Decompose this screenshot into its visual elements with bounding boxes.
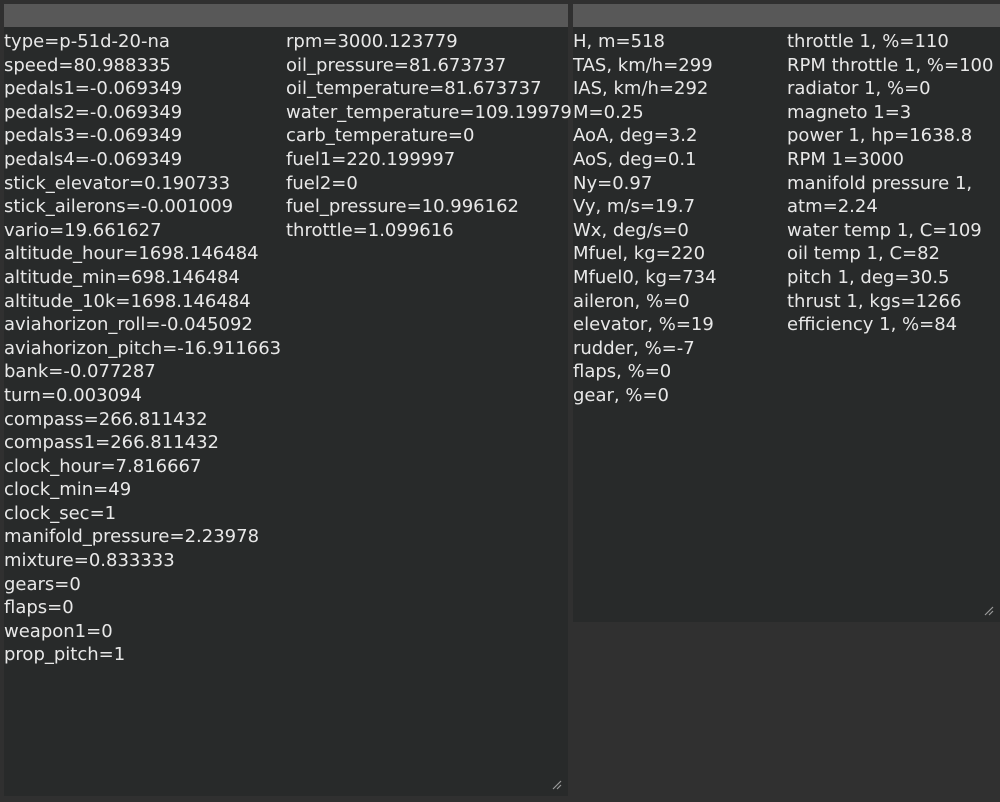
indicator-row: clock_hour=7.816667 bbox=[4, 455, 202, 477]
state-row: aileron, %=0 bbox=[573, 290, 690, 312]
indicator-row: clock_sec=1 bbox=[4, 502, 117, 524]
state-row: flaps, %=0 bbox=[573, 361, 672, 383]
resize-grip-icon[interactable] bbox=[984, 606, 994, 616]
indicator-row: bank=-0.077287 bbox=[4, 361, 156, 383]
indicator-row: fuel2=0 bbox=[286, 172, 358, 194]
state-row: gear, %=0 bbox=[573, 384, 670, 406]
indicator-row: vario=19.661627 bbox=[4, 219, 162, 241]
indicator-row: flaps=0 bbox=[4, 597, 74, 619]
indicator-row: throttle=1.099616 bbox=[286, 219, 454, 241]
indicator-row: carb_temperature=0 bbox=[286, 125, 475, 147]
indicator-row: turn=0.003094 bbox=[4, 384, 142, 406]
state-row: throttle 1, %=110 bbox=[787, 31, 949, 52]
indicator-row: water_temperature=109.199799 bbox=[286, 101, 584, 123]
indicator-row: altitude_hour=1698.146484 bbox=[4, 243, 259, 265]
state-row: Mfuel, kg=220 bbox=[573, 243, 706, 265]
indicator-row: oil_temperature=81.673737 bbox=[286, 78, 542, 100]
indicator-row: mixture=0.833333 bbox=[4, 550, 175, 572]
state-list-column-2: throttle 1, %=110 RPM throttle 1, %=100 ra… bbox=[787, 30, 993, 337]
state-row: Ny=0.97 bbox=[573, 172, 653, 194]
indicator-row: prop_pitch=1 bbox=[4, 644, 126, 666]
resize-grip-icon[interactable] bbox=[552, 780, 562, 790]
state-row: pitch 1, deg=30.5 bbox=[787, 266, 950, 288]
indicator-row: pedals1=-0.069349 bbox=[4, 78, 183, 100]
indicator-row: speed=80.988335 bbox=[4, 54, 171, 76]
indicator-row: oil_pressure=81.673737 bbox=[286, 54, 507, 76]
state-row: TAS, km/h=299 bbox=[573, 54, 713, 76]
indicator-row: type=p-51d-20-na bbox=[4, 31, 170, 52]
state-panel: H, m=518 TAS, km/h=299 IAS, km/h=292 M=0.25… bbox=[573, 4, 1000, 622]
indicator-row: altitude_min=698.146484 bbox=[4, 266, 240, 288]
indicator-row: fuel1=220.199997 bbox=[286, 148, 456, 170]
indicator-row: altitude_10k=1698.146484 bbox=[4, 290, 251, 312]
indicator-row: compass=266.811432 bbox=[4, 408, 208, 430]
state-row: efficiency 1, %=84 bbox=[787, 314, 958, 336]
indicators-panel-titlebar[interactable] bbox=[4, 4, 568, 27]
state-row: AoS, deg=0.1 bbox=[573, 148, 697, 170]
state-row: power 1, hp=1638.8 bbox=[787, 125, 973, 147]
state-row: thrust 1, kgs=1266 bbox=[787, 290, 962, 312]
indicators-panel: type=p-51d-20-na speed=80.988335 pedals1=-… bbox=[4, 4, 583, 796]
state-row: RPM throttle 1, %=100 bbox=[787, 54, 994, 76]
state-row: IAS, km/h=292 bbox=[573, 78, 709, 100]
indicator-row: fuel_pressure=10.996162 bbox=[286, 196, 519, 218]
indicator-row: compass1=266.811432 bbox=[4, 432, 219, 454]
state-row: H, m=518 bbox=[573, 31, 665, 52]
state-row: rudder, %=-7 bbox=[573, 337, 695, 359]
state-row: manifold pressure 1, bbox=[787, 172, 973, 194]
indicator-row: clock_min=49 bbox=[4, 479, 132, 501]
state-row: RPM 1=3000 bbox=[787, 148, 904, 170]
state-row: Mfuel0, kg=734 bbox=[573, 266, 717, 288]
state-row: radiator 1, %=0 bbox=[787, 78, 931, 100]
indicator-row: pedals2=-0.069349 bbox=[4, 101, 183, 123]
indicator-row: rpm=3000.123779 bbox=[286, 31, 458, 52]
state-row: magneto 1=3 bbox=[787, 101, 912, 123]
state-list-column-1: H, m=518 TAS, km/h=299 IAS, km/h=292 M=0.25… bbox=[573, 30, 717, 408]
indicator-row: pedals3=-0.069349 bbox=[4, 125, 183, 147]
state-row: water temp 1, C=109 bbox=[787, 219, 982, 241]
state-row: M=0.25 bbox=[573, 101, 644, 123]
state-row: Vy, m/s=19.7 bbox=[573, 196, 696, 218]
state-row: atm=2.24 bbox=[787, 196, 878, 218]
indicator-row: aviahorizon_pitch=-16.911663 bbox=[4, 337, 282, 359]
state-row: Wx, deg/s=0 bbox=[573, 219, 689, 241]
indicator-row: stick_ailerons=-0.001009 bbox=[4, 196, 234, 218]
state-row: oil temp 1, C=82 bbox=[787, 243, 940, 265]
state-row: elevator, %=19 bbox=[573, 314, 714, 336]
indicator-row: gears=0 bbox=[4, 573, 81, 595]
indicator-row: stick_elevator=0.190733 bbox=[4, 172, 231, 194]
indicator-row: weapon1=0 bbox=[4, 620, 113, 642]
indicator-row: manifold_pressure=2.23978 bbox=[4, 526, 260, 548]
indicators-list-column-1: type=p-51d-20-na speed=80.988335 pedals1=-… bbox=[4, 30, 281, 667]
indicator-row: pedals4=-0.069349 bbox=[4, 148, 183, 170]
state-panel-titlebar[interactable] bbox=[573, 4, 1000, 27]
indicators-list-column-2: rpm=3000.123779 oil_pressure=81.673737 oil… bbox=[286, 30, 583, 242]
indicator-row: aviahorizon_roll=-0.045092 bbox=[4, 314, 253, 336]
state-row: AoA, deg=3.2 bbox=[573, 125, 698, 147]
